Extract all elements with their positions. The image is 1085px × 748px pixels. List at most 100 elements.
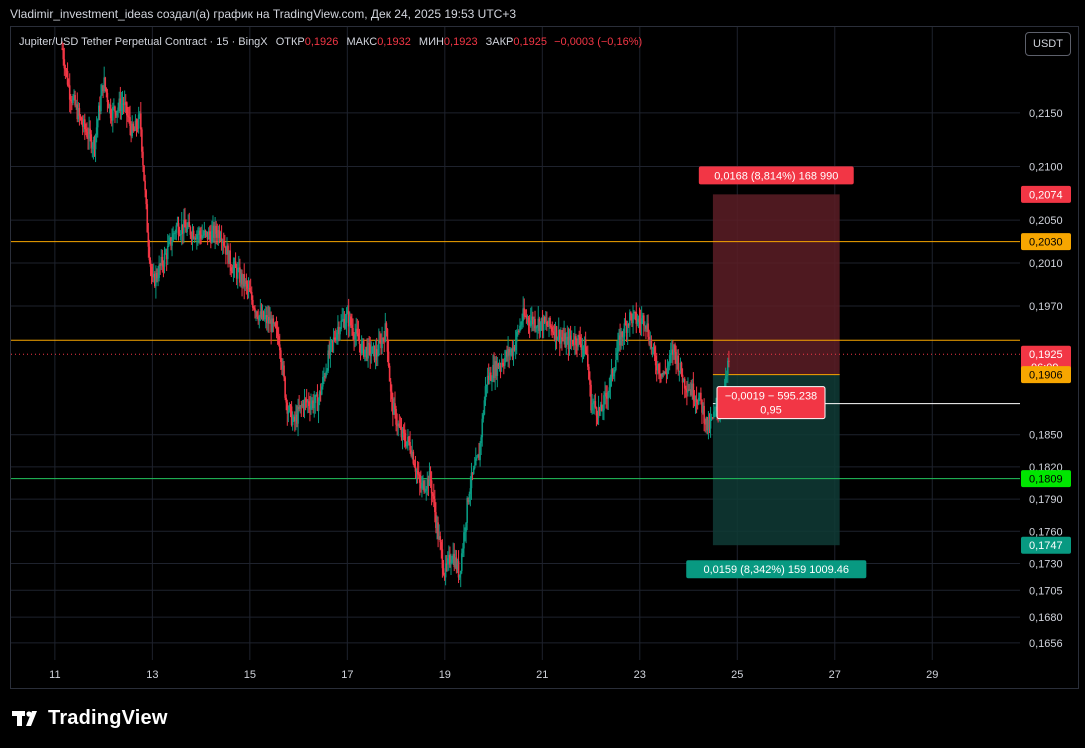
y-tick-label: 0,1680 bbox=[1029, 612, 1063, 624]
candle bbox=[703, 398, 705, 432]
y-tick-label: 0,1970 bbox=[1029, 301, 1063, 313]
candle bbox=[168, 235, 170, 247]
candle bbox=[508, 346, 510, 369]
candle-body bbox=[474, 458, 477, 466]
candle bbox=[80, 116, 83, 125]
candle-body bbox=[272, 318, 275, 324]
candle-body bbox=[440, 542, 443, 550]
tradingview-logo[interactable]: TradingView bbox=[12, 705, 168, 731]
candle bbox=[609, 374, 612, 400]
candle-body bbox=[66, 71, 69, 85]
candle-body bbox=[711, 417, 714, 419]
candle-body bbox=[399, 426, 402, 429]
candle bbox=[692, 372, 695, 408]
candle-body bbox=[501, 362, 504, 365]
candle-body bbox=[127, 115, 129, 117]
candle-body bbox=[441, 549, 444, 569]
x-tick-label: 23 bbox=[634, 669, 646, 681]
candle-body bbox=[534, 319, 536, 329]
candle-body bbox=[278, 344, 281, 351]
candle bbox=[310, 393, 312, 415]
candle-body bbox=[149, 260, 152, 267]
candle-body bbox=[83, 119, 86, 130]
y-tick-label: 0,2010 bbox=[1029, 258, 1063, 270]
low-value: 0,1923 bbox=[443, 36, 478, 48]
candle-body bbox=[588, 366, 590, 380]
candle-body bbox=[171, 241, 173, 246]
candle-body bbox=[341, 319, 344, 321]
currency-button[interactable]: USDT bbox=[1025, 32, 1071, 56]
candle-body bbox=[569, 335, 572, 341]
candle bbox=[500, 353, 503, 372]
candle bbox=[457, 550, 460, 584]
candle-body bbox=[177, 222, 180, 235]
candle bbox=[582, 345, 585, 360]
candle-body bbox=[468, 493, 471, 503]
candle-body bbox=[175, 225, 178, 233]
candle-body bbox=[326, 370, 328, 372]
candle-body bbox=[358, 340, 361, 345]
candle bbox=[378, 328, 380, 357]
candle-body bbox=[703, 405, 705, 424]
candle bbox=[222, 232, 225, 254]
x-tick-label: 19 bbox=[439, 669, 451, 681]
current-pl-line1: −0,0019 − 595.238 bbox=[725, 391, 817, 403]
candle-body bbox=[275, 326, 278, 328]
candle-body bbox=[680, 362, 683, 375]
support-badge-text: 0,1809 bbox=[1029, 474, 1063, 486]
candle-body bbox=[460, 553, 463, 572]
candle bbox=[643, 312, 645, 337]
candle-body bbox=[364, 349, 366, 357]
change-value: −0,0003 (−0,16%) bbox=[554, 36, 643, 48]
candle bbox=[171, 228, 173, 257]
symbol-title[interactable]: Jupiter/USD Tether Perpetual Contract · … bbox=[19, 36, 268, 48]
candle-body bbox=[314, 395, 317, 404]
candle-body bbox=[713, 411, 715, 418]
candle-body bbox=[577, 335, 579, 347]
candle bbox=[294, 411, 296, 432]
candle bbox=[525, 309, 528, 324]
last-price-badge-text: 0,1925 bbox=[1029, 349, 1063, 361]
candle-body bbox=[579, 336, 582, 345]
candle-body bbox=[147, 232, 150, 247]
x-tick-label: 25 bbox=[731, 669, 743, 681]
candle bbox=[234, 252, 237, 269]
candle-body bbox=[197, 233, 199, 235]
candle bbox=[218, 224, 221, 244]
candle-body bbox=[258, 315, 261, 321]
candle-body bbox=[179, 233, 182, 236]
candle-body bbox=[168, 241, 170, 246]
candle-body bbox=[322, 377, 324, 387]
candle-body bbox=[114, 106, 116, 112]
candle-body bbox=[727, 360, 729, 375]
candle bbox=[297, 398, 299, 437]
level-badge-top-text: 0,2030 bbox=[1029, 237, 1063, 249]
candle bbox=[663, 370, 666, 376]
candle bbox=[116, 110, 118, 124]
candle-body bbox=[626, 324, 629, 333]
candle-body bbox=[126, 102, 128, 116]
candle-body bbox=[654, 356, 657, 366]
candle bbox=[78, 102, 81, 126]
y-tick-label: 0,2150 bbox=[1029, 108, 1063, 120]
candle bbox=[623, 318, 626, 345]
candle-body bbox=[423, 480, 425, 492]
candle-body bbox=[416, 470, 419, 475]
candle bbox=[683, 376, 686, 399]
candle bbox=[474, 447, 477, 466]
candle-body bbox=[589, 379, 591, 385]
candlestick-chart[interactable]: 11 13 15 17 19 21 23 25 27 29 0,2150 0,2100 0,2050 0,… bbox=[0, 0, 1085, 748]
candle-body bbox=[360, 343, 363, 354]
candle bbox=[94, 133, 97, 163]
candle bbox=[575, 333, 577, 355]
candle-body bbox=[584, 339, 587, 355]
candle-body bbox=[158, 264, 160, 278]
candle bbox=[577, 334, 579, 351]
x-tick-label: 15 bbox=[244, 669, 256, 681]
candle-body bbox=[390, 391, 393, 400]
candle-body bbox=[575, 336, 577, 345]
candle bbox=[664, 359, 667, 375]
candle-body bbox=[674, 344, 676, 352]
candle-body bbox=[234, 261, 237, 268]
candle-body bbox=[143, 165, 145, 181]
